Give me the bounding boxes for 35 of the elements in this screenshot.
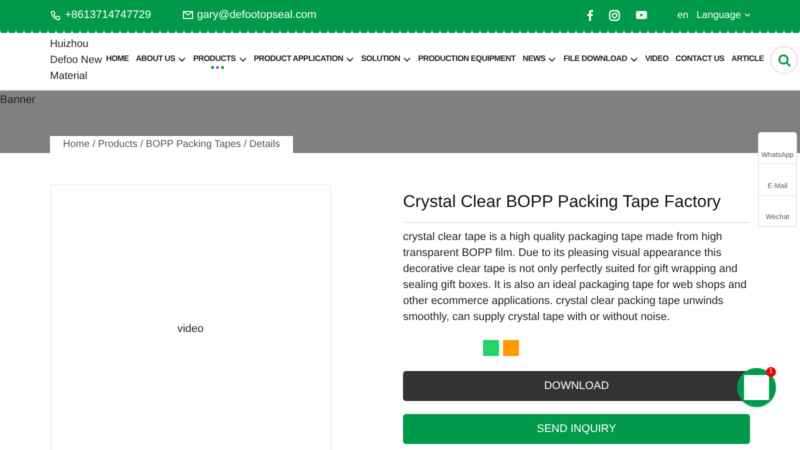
nav-item[interactable]: HOME	[106, 53, 129, 65]
color-swatch[interactable]	[503, 340, 519, 356]
mail-icon	[182, 11, 193, 19]
phone-link[interactable]: +8613714747729	[65, 6, 151, 24]
search-button[interactable]	[770, 46, 798, 74]
video-player[interactable]: video	[50, 184, 331, 450]
nav-item[interactable]: PRODUCT APPLICATION	[254, 53, 354, 65]
breadcrumb[interactable]: Home / Products / BOPP Packing Tapes / Details	[50, 136, 293, 153]
facebook-icon[interactable]	[587, 10, 594, 20]
nav-item[interactable]: VIDEO	[645, 53, 668, 65]
search-icon	[778, 54, 790, 66]
language-selector[interactable]: Language	[696, 8, 741, 22]
nav-item[interactable]: SOLUTION	[361, 53, 412, 65]
nav-item[interactable]: CONTACT US	[676, 53, 724, 65]
instagram-icon[interactable]	[609, 10, 620, 20]
video-label: video	[177, 322, 204, 337]
send-inquiry-button[interactable]: SEND INQUIRY	[403, 414, 750, 444]
chevron-down-icon	[744, 13, 751, 17]
chat-button[interactable]	[737, 368, 776, 407]
product-description: crystal clear tape is a high quality packaging tape made from high transparent BOPP film. Due to its pleasing visual appearance this decorative clear tape is not only perfectly suited for gift wrapping and sealing gift boxes. It is also an ideal packaging tape for web shops and other ecommerce applications. crystal clear packing tape unwinds smoothly, can supply crystal tape with or without noise.	[403, 230, 748, 325]
company-name[interactable]: Huizhou Defoo New Material	[50, 36, 106, 84]
nav-item[interactable]: ABOUT US	[136, 53, 186, 65]
video-play-icon[interactable]	[636, 11, 648, 19]
nav-item[interactable]: ARTICLE	[731, 53, 764, 65]
banner-label: Banner	[0, 93, 36, 108]
nav-item[interactable]: FILE DOWNLOAD	[563, 53, 638, 65]
nav-item[interactable]: PRODUCTION EQUIPMENT	[418, 53, 516, 65]
phone-icon	[50, 10, 61, 20]
nav-item[interactable]: PRODUCTS	[193, 53, 247, 65]
chat-icon	[744, 375, 769, 400]
language-code[interactable]: en	[677, 8, 688, 22]
nav-item[interactable]: NEWS	[522, 53, 556, 65]
color-swatch[interactable]	[483, 340, 499, 356]
product-title: Crystal Clear BOPP Packing Tape Factory	[403, 191, 750, 223]
email-link[interactable]: gary@defootopseal.com	[196, 6, 316, 24]
